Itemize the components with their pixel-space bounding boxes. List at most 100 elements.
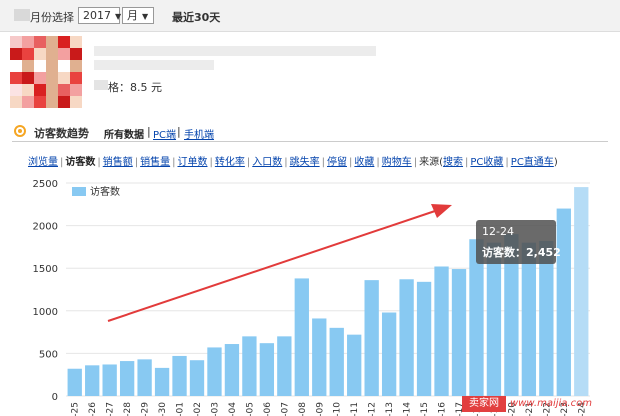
year-value: 2017 xyxy=(83,9,111,22)
metric-tab[interactable]: 销售量 xyxy=(140,157,170,168)
separator: | xyxy=(413,157,418,168)
bar xyxy=(486,242,502,396)
y-tick-label: 2500 xyxy=(33,179,58,190)
separator: | xyxy=(134,157,139,168)
thumbnail-pixel xyxy=(46,36,58,48)
x-tick-label: 12-16 xyxy=(438,402,448,416)
watermark-logo: 卖家网 xyxy=(462,396,506,412)
bar xyxy=(539,240,554,396)
thumbnail-pixel xyxy=(10,96,22,108)
tooltip-date: 12-24 xyxy=(482,225,514,238)
separator: | xyxy=(172,157,176,168)
product-thumbnail[interactable] xyxy=(10,36,82,108)
thumbnail-pixel xyxy=(46,96,58,108)
metric-tab[interactable]: 转化率 xyxy=(215,157,245,168)
bar xyxy=(102,364,117,396)
thumbnail-pixel xyxy=(58,60,70,72)
trend-arrow-head xyxy=(431,204,452,218)
thumbnail-pixel xyxy=(34,60,46,72)
x-tick-label: 12-05 xyxy=(245,402,255,416)
thumbnail-pixel xyxy=(46,72,58,84)
thumbnail-pixel xyxy=(58,48,70,60)
bar xyxy=(67,368,82,396)
metric-tab[interactable]: 收藏 xyxy=(354,157,374,168)
metric-tab[interactable]: 入口数 xyxy=(252,157,282,168)
bar xyxy=(207,347,222,396)
bar xyxy=(451,269,467,396)
bar xyxy=(85,365,100,396)
metric-tab[interactable]: 订单数 xyxy=(178,157,208,168)
bar xyxy=(154,367,170,396)
bar xyxy=(399,279,414,396)
source-tab[interactable]: PC直通车 xyxy=(511,157,554,168)
x-tick-label: 11-30 xyxy=(158,402,168,416)
legend-swatch xyxy=(72,187,86,196)
circle-icon xyxy=(14,125,26,137)
thumbnail-pixel xyxy=(58,96,70,108)
divider xyxy=(12,141,608,142)
bar xyxy=(574,187,589,396)
y-tick-label: 500 xyxy=(39,349,58,360)
visitor-bar-chart: 0 500 1000 1500 2000 2500 11-25 11-26 11-27 11-28… xyxy=(33,179,590,416)
x-tick-label: 12-11 xyxy=(350,402,360,416)
bar xyxy=(312,318,327,396)
thumbnail-pixel xyxy=(10,72,22,84)
metric-tab[interactable]: 销售额 xyxy=(103,157,133,168)
x-tick-label: 11-26 xyxy=(88,402,98,416)
separator: | xyxy=(284,157,288,168)
x-tick-label: 12-12 xyxy=(368,402,378,416)
separator: | xyxy=(349,157,353,168)
x-tick-label: 12-15 xyxy=(420,402,430,416)
price-label-blurred xyxy=(94,80,108,90)
bar xyxy=(364,280,379,396)
separator: | xyxy=(147,125,151,138)
product-name-blurred xyxy=(94,60,214,70)
thumbnail-pixel xyxy=(34,48,46,60)
thumbnail-pixel xyxy=(70,60,82,72)
y-tick-label: 1000 xyxy=(33,307,58,318)
unit-select[interactable]: 月 ▼ xyxy=(122,7,154,24)
x-tick-label: 12-04 xyxy=(228,402,238,416)
bar xyxy=(259,343,275,396)
y-tick-label: 0 xyxy=(52,392,58,403)
x-tick-label: 11-29 xyxy=(141,402,151,416)
metric-tab[interactable]: 浏览量 xyxy=(28,157,58,168)
source-tab[interactable]: 搜索 xyxy=(443,157,463,168)
x-tick-label: 12-02 xyxy=(193,402,203,416)
separator: | xyxy=(376,157,380,168)
chevron-down-icon: ▼ xyxy=(115,12,122,21)
x-tick-label: 12-03 xyxy=(210,402,220,416)
metric-tab[interactable]: 停留 xyxy=(327,157,347,168)
range-label[interactable]: 最近30天 xyxy=(172,9,220,25)
separator: | xyxy=(246,157,251,168)
x-tick-label: 12-08 xyxy=(298,402,308,416)
metric-tab[interactable]: 访客数 xyxy=(65,157,95,168)
trend-title: 访客数趋势 xyxy=(34,127,89,140)
thumbnail-pixel xyxy=(22,48,34,60)
year-select[interactable]: 2017 ▼ xyxy=(78,7,122,24)
source-tab[interactable]: PC收藏 xyxy=(470,157,503,168)
bar xyxy=(119,361,135,396)
bar xyxy=(137,359,152,396)
thumbnail-pixel xyxy=(70,72,82,84)
bar xyxy=(189,360,205,396)
x-tick-label: 12-07 xyxy=(280,402,290,416)
source-close: ) xyxy=(553,157,558,168)
product-price: 格：8.5 元 xyxy=(108,81,162,94)
x-tick-label: 12-06 xyxy=(263,402,273,416)
scope-all[interactable]: 所有数据 xyxy=(104,126,144,141)
x-tick-label: 11-25 xyxy=(71,402,81,416)
metric-tabs: 浏览量 | 访客数 | 销售额 | 销售量 | 订单数 | 转化率 | 入口数 | 跳失率 | 停留 | 收藏 | 购物… xyxy=(28,153,558,168)
thumbnail-pixel xyxy=(22,36,34,48)
metric-tab[interactable]: 购物车 xyxy=(382,157,412,168)
metric-tab[interactable]: 跳失率 xyxy=(290,157,320,168)
product-name-blurred xyxy=(94,46,376,56)
thumbnail-pixel xyxy=(22,60,34,72)
tooltip-value: 访客数：2,452 xyxy=(482,246,561,259)
scope-pc[interactable]: PC端 xyxy=(153,126,176,141)
y-tick-label: 2000 xyxy=(33,222,58,233)
thumbnail-pixel xyxy=(70,36,82,48)
scope-mobile[interactable]: 手机端 xyxy=(184,126,214,141)
thumbnail-pixel xyxy=(70,84,82,96)
thumbnail-pixel xyxy=(34,72,46,84)
